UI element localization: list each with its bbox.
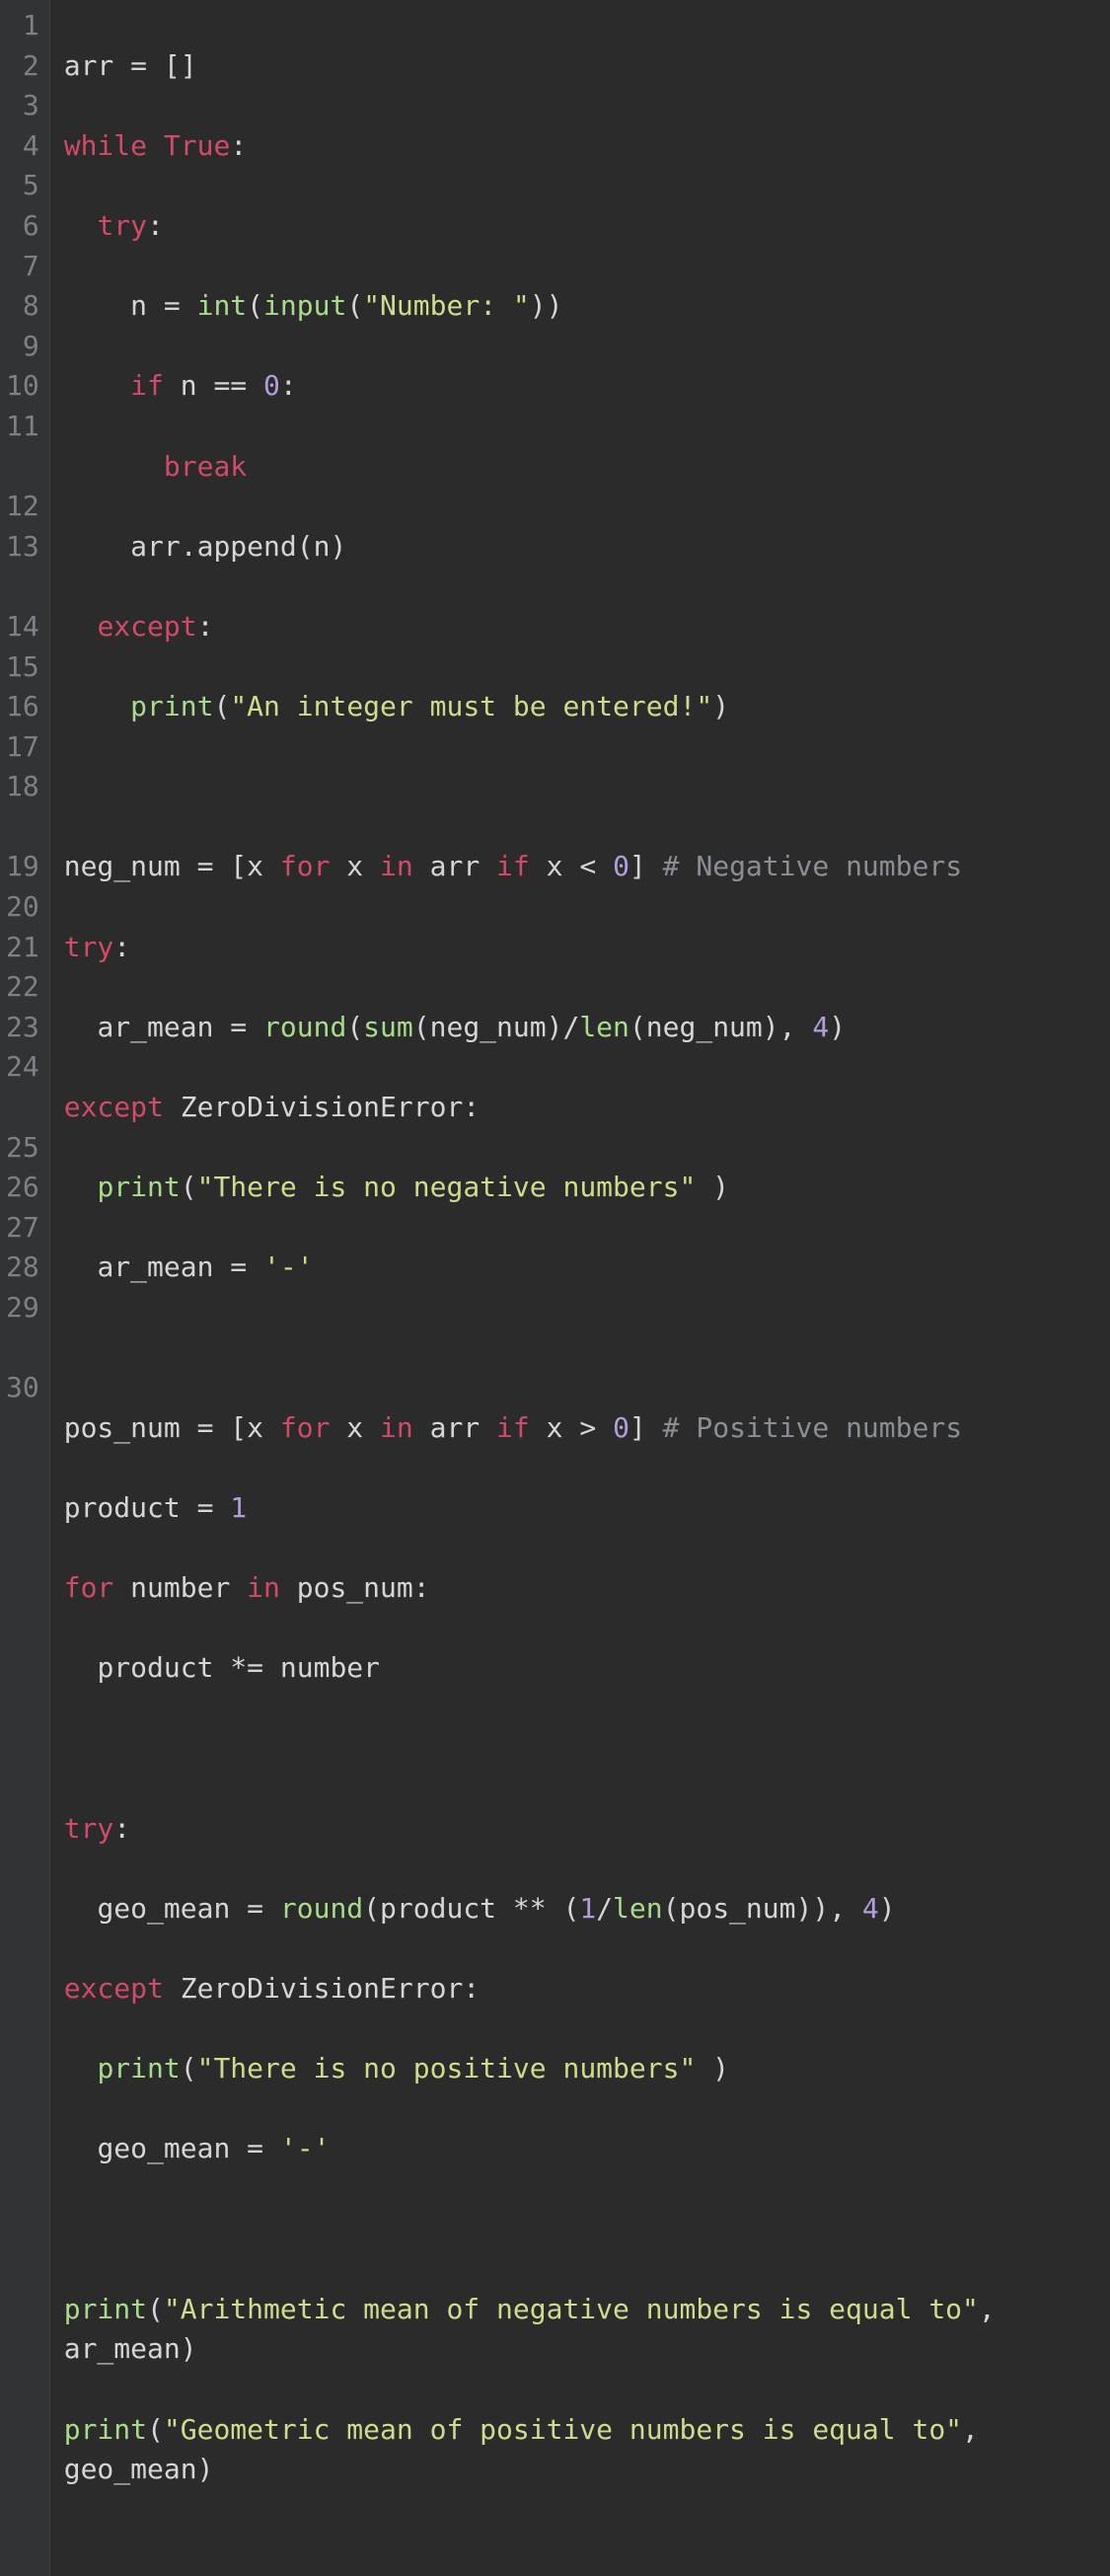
code-line: print("There is no positive numbers" ) [64, 2049, 1098, 2089]
code-line: print("An integer must be entered!") [64, 687, 1098, 727]
code-line: print("There is no negative numbers" ) [64, 1168, 1098, 1208]
line-number: 29 [6, 1288, 39, 1368]
code-line: ar_mean = round(sum(neg_num)/len(neg_num… [64, 1008, 1098, 1048]
code-line: product *= number [64, 1648, 1098, 1689]
line-number: 13 [6, 527, 39, 607]
code-editor: 1 2 3 4 5 6 7 8 9 10 11 12 13 14 15 16 1… [0, 0, 1110, 2576]
line-number: 11 [6, 407, 39, 487]
line-number: 12 [6, 487, 39, 527]
line-number: 27 [6, 1208, 39, 1249]
code-line: print("Arithmetic mean of negative numbe… [64, 2290, 1098, 2370]
line-number: 26 [6, 1168, 39, 1208]
code-line: product = 1 [64, 1488, 1098, 1529]
line-number: 15 [6, 647, 39, 688]
line-number: 6 [6, 206, 39, 247]
code-line: print("Geometric mean of positive number… [64, 2410, 1098, 2490]
code-line: ar_mean = '-' [64, 1248, 1098, 1288]
code-line: except ZeroDivisionError: [64, 1969, 1098, 2009]
code-line: while True: [64, 126, 1098, 167]
code-line [64, 2210, 1098, 2250]
line-number: 7 [6, 247, 39, 287]
line-number: 17 [6, 727, 39, 768]
line-number: 18 [6, 767, 39, 847]
line-number: 3 [6, 86, 39, 126]
code-line: break [64, 447, 1098, 488]
code-line: neg_num = [x for x in arr if x < 0] # Ne… [64, 847, 1098, 887]
code-line: arr = [] [64, 46, 1098, 87]
line-number: 23 [6, 1008, 39, 1048]
code-line [64, 1729, 1098, 1770]
line-number: 25 [6, 1128, 39, 1169]
line-number: 1 [6, 6, 39, 46]
line-number: 21 [6, 928, 39, 968]
line-number: 8 [6, 286, 39, 327]
code-line: arr.append(n) [64, 527, 1098, 568]
line-number: 10 [6, 366, 39, 407]
code-line: for number in pos_num: [64, 1568, 1098, 1609]
code-line: if n == 0: [64, 366, 1098, 407]
line-number: 30 [6, 1368, 39, 1448]
line-number: 24 [6, 1047, 39, 1127]
code-line: geo_mean = '-' [64, 2129, 1098, 2169]
line-number: 14 [6, 607, 39, 647]
code-line: pos_num = [x for x in arr if x > 0] # Po… [64, 1408, 1098, 1449]
line-number: 2 [6, 46, 39, 87]
line-number: 19 [6, 847, 39, 887]
line-number: 28 [6, 1248, 39, 1288]
code-line [64, 767, 1098, 807]
line-number: 5 [6, 166, 39, 206]
code-line: try: [64, 206, 1098, 247]
line-number: 9 [6, 327, 39, 367]
code-line: try: [64, 928, 1098, 968]
code-line: n = int(input("Number: ")) [64, 286, 1098, 327]
line-number: 22 [6, 967, 39, 1008]
code-line [64, 1328, 1098, 1369]
code-area[interactable]: arr = [] while True: try: n = int(input(… [50, 0, 1110, 2576]
code-line: except ZeroDivisionError: [64, 1088, 1098, 1128]
line-number: 4 [6, 126, 39, 167]
code-line: try: [64, 1809, 1098, 1850]
line-number-gutter: 1 2 3 4 5 6 7 8 9 10 11 12 13 14 15 16 1… [0, 0, 50, 2576]
line-number: 20 [6, 887, 39, 928]
code-line: geo_mean = round(product ** (1/len(pos_n… [64, 1889, 1098, 1930]
code-line: except: [64, 607, 1098, 647]
line-number: 16 [6, 687, 39, 727]
